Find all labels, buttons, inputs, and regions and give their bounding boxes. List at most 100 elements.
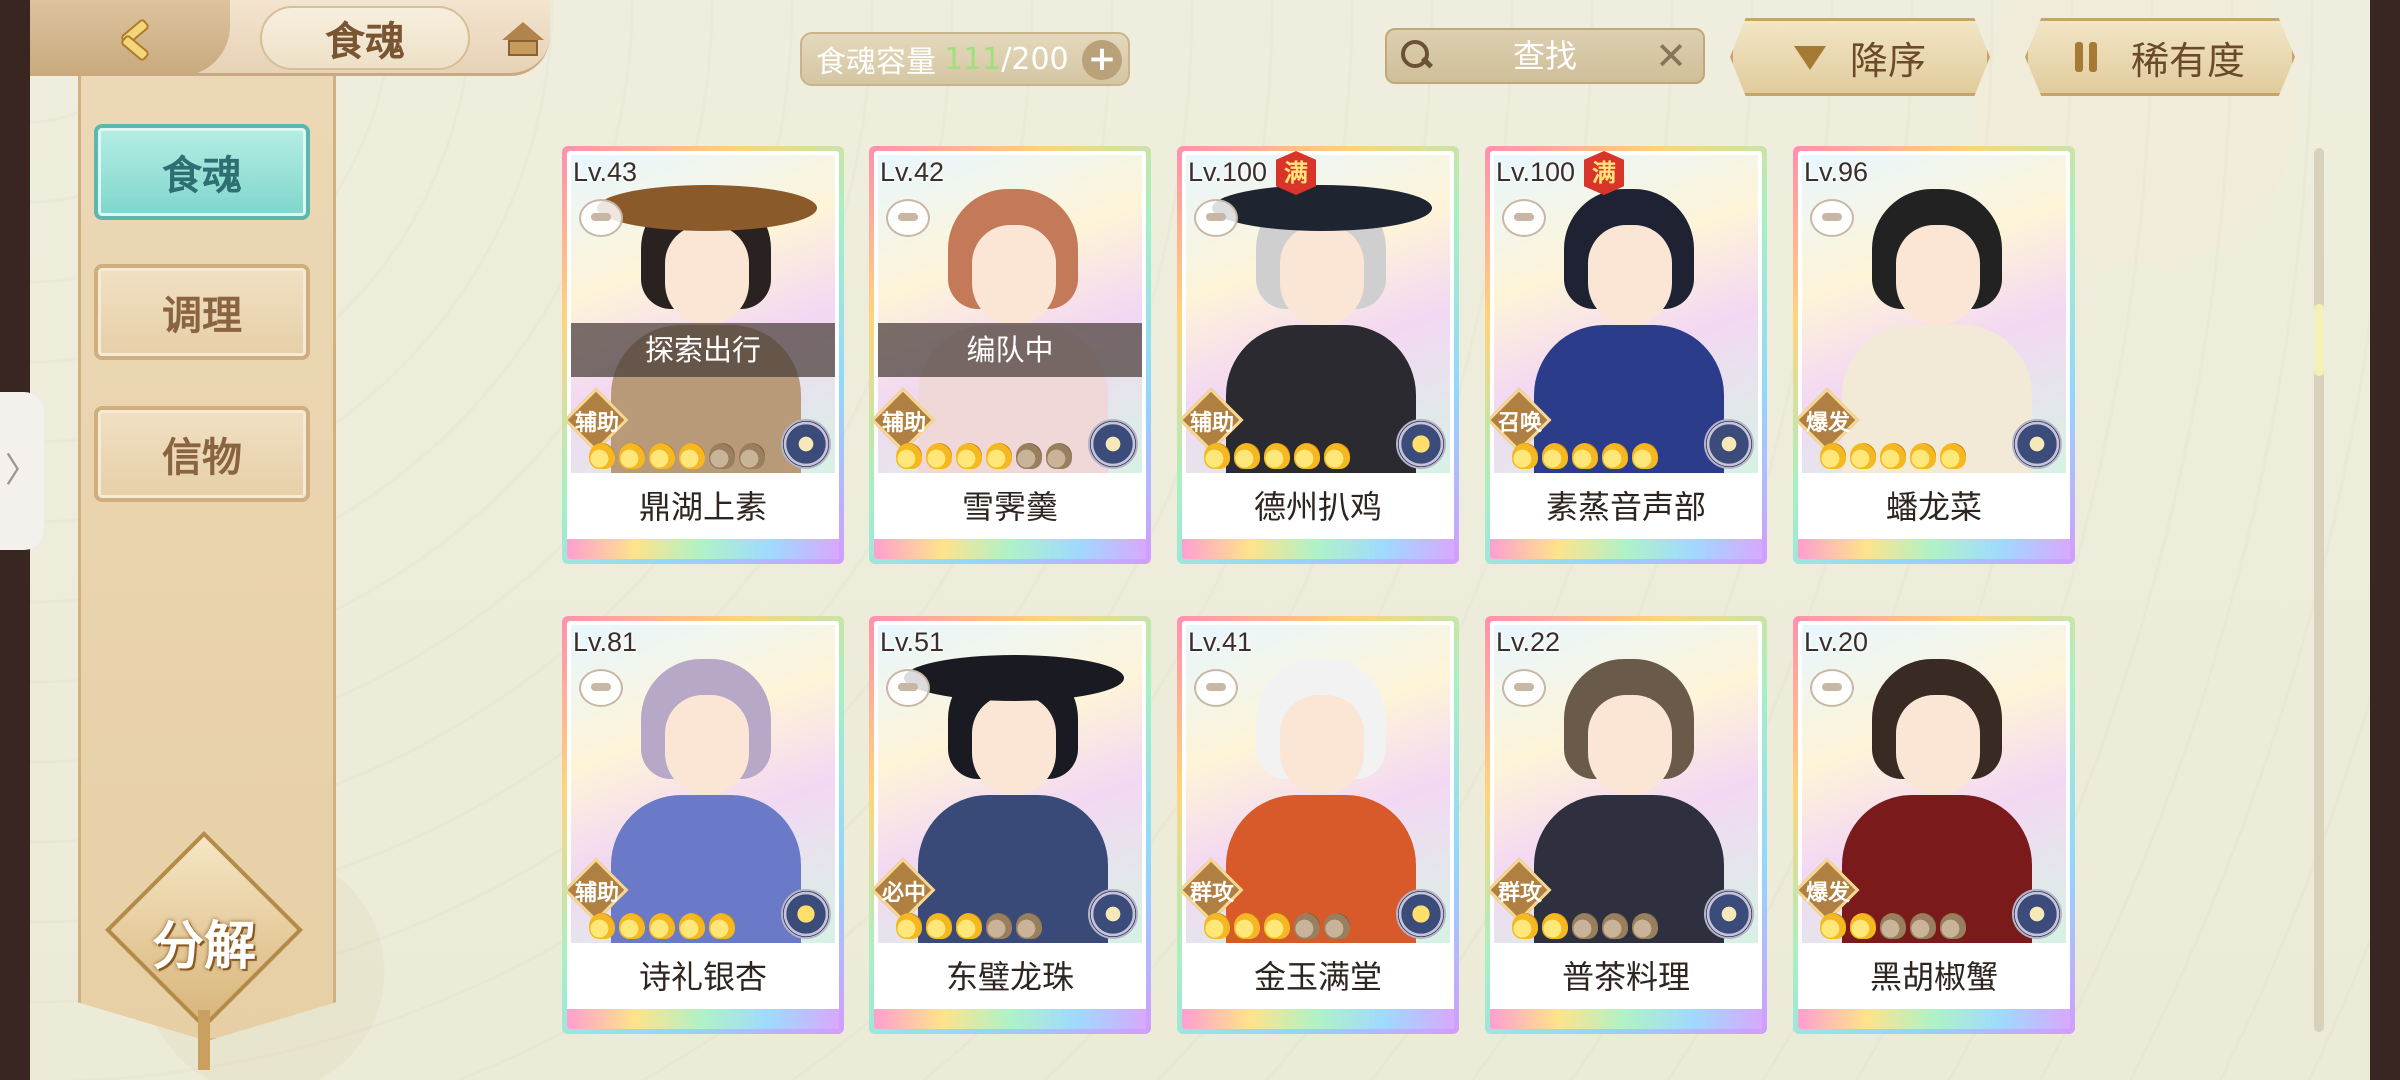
role-label: 爆发 xyxy=(1805,411,1850,436)
food-soul-card[interactable]: Lv.96 爆发 蟠龙菜 xyxy=(1793,146,2075,564)
food-soul-card[interactable]: Lv.51 必中 东璧龙珠 xyxy=(869,616,1151,1034)
lock-mark-icon[interactable] xyxy=(579,669,623,707)
star-icon xyxy=(1016,913,1042,939)
star-rating xyxy=(1204,913,1350,941)
add-capacity-button[interactable]: + xyxy=(1082,40,1122,80)
lock-mark-icon[interactable] xyxy=(1810,669,1854,707)
element-icon xyxy=(1088,419,1138,469)
star-icon xyxy=(896,443,922,469)
sidebar-item-tokens[interactable]: 信物 xyxy=(94,406,310,502)
lock-mark-icon[interactable] xyxy=(1502,669,1546,707)
card-frame: Lv.42 编队中 辅助 雪霁羹 xyxy=(874,151,1146,559)
element-icon xyxy=(1704,889,1754,939)
role-label: 群攻 xyxy=(1189,881,1234,906)
star-icon xyxy=(1632,913,1658,939)
star-icon xyxy=(709,443,735,469)
lock-mark-icon[interactable] xyxy=(579,199,623,237)
card-frame: Lv.43 探索出行 辅助 鼎湖上素 xyxy=(567,151,839,559)
level-label: Lv.100 xyxy=(1496,157,1576,187)
hat-shape xyxy=(1212,185,1432,231)
star-icon xyxy=(1324,913,1350,939)
lock-mark-icon[interactable] xyxy=(1194,199,1238,237)
card-rarity-strip xyxy=(1490,1009,1762,1029)
role-label: 辅助 xyxy=(574,411,619,436)
search-input[interactable]: 查找 ✕ xyxy=(1385,28,1705,84)
food-soul-card[interactable]: Lv.20 爆发 黑胡椒蟹 xyxy=(1793,616,2075,1034)
side-drawer-tab[interactable]: 〉 xyxy=(0,392,44,550)
star-icon xyxy=(1512,443,1538,469)
food-soul-card[interactable]: Lv.42 编队中 辅助 雪霁羹 xyxy=(869,146,1151,564)
card-rarity-strip xyxy=(874,1009,1146,1029)
star-icon xyxy=(1820,443,1846,469)
element-icon xyxy=(2012,889,2062,939)
star-rating xyxy=(589,913,735,941)
star-icon xyxy=(1016,443,1042,469)
lock-mark-icon[interactable] xyxy=(886,669,930,707)
role-label: 召唤 xyxy=(1497,411,1542,436)
star-icon xyxy=(1602,443,1628,469)
card-frame: Lv.20 爆发 黑胡椒蟹 xyxy=(1798,621,2070,1029)
food-soul-card[interactable]: Lv.43 探索出行 辅助 鼎湖上素 xyxy=(562,146,844,564)
star-icon xyxy=(589,443,615,469)
star-icon xyxy=(1542,443,1568,469)
food-soul-card[interactable]: Lv.81 辅助 诗礼银杏 xyxy=(562,616,844,1034)
home-icon[interactable] xyxy=(500,20,546,60)
search-icon xyxy=(1399,38,1433,72)
level-label: Lv.41 xyxy=(1188,627,1253,657)
lock-mark-icon[interactable] xyxy=(1502,199,1546,237)
food-soul-name: 德州扒鸡 xyxy=(1253,488,1382,526)
element-icon xyxy=(781,419,831,469)
sort-order-button[interactable]: 降序 xyxy=(1730,18,1990,96)
food-soul-card[interactable]: Lv.22 群攻 普茶料理 xyxy=(1485,616,1767,1034)
card-rarity-strip xyxy=(567,539,839,559)
max-level-badge: 满 xyxy=(1276,151,1316,195)
scrollbar-track[interactable] xyxy=(2314,148,2324,1032)
element-icon xyxy=(1396,889,1446,939)
card-rarity-strip xyxy=(1182,539,1454,559)
element-icon xyxy=(1396,419,1446,469)
lock-mark-icon[interactable] xyxy=(1810,199,1854,237)
food-soul-name: 普茶料理 xyxy=(1561,958,1690,996)
capacity-max: 200 xyxy=(1011,41,1069,77)
lock-mark-icon[interactable] xyxy=(886,199,930,237)
star-icon xyxy=(1046,443,1072,469)
clear-icon[interactable]: ✕ xyxy=(1651,36,1691,76)
food-soul-card[interactable]: Lv.100 满 辅助 德州扒鸡 xyxy=(1177,146,1459,564)
sidebar-item-food-souls[interactable]: 食魂 xyxy=(94,124,310,220)
capacity-current: 111 xyxy=(944,41,1002,77)
sidebar-item-cooking[interactable]: 调理 xyxy=(94,264,310,360)
level-label: Lv.43 xyxy=(573,157,638,187)
star-icon xyxy=(1850,443,1876,469)
star-icon xyxy=(619,443,645,469)
food-soul-card[interactable]: Lv.100 满 召唤 素蒸音声部 xyxy=(1485,146,1767,564)
food-soul-name: 诗礼银杏 xyxy=(638,958,767,996)
hat-shape xyxy=(597,185,817,231)
lock-mark-icon[interactable] xyxy=(1194,669,1238,707)
capacity-display: 食魂容量 111 / 200 + xyxy=(800,32,1130,86)
food-soul-card[interactable]: Lv.41 群攻 金玉满堂 xyxy=(1177,616,1459,1034)
decompose-label[interactable]: 分解 xyxy=(114,904,294,977)
card-frame: Lv.96 爆发 蟠龙菜 xyxy=(1798,151,2070,559)
star-icon xyxy=(1572,913,1598,939)
element-icon xyxy=(2012,419,2062,469)
food-soul-name: 鼎湖上素 xyxy=(638,488,767,526)
level-label: Lv.51 xyxy=(880,627,945,657)
star-rating xyxy=(896,443,1072,471)
star-icon xyxy=(1820,913,1846,939)
card-frame: Lv.51 必中 东璧龙珠 xyxy=(874,621,1146,1029)
tassel-decoration xyxy=(198,1010,210,1070)
sort-rarity-button[interactable]: 稀有度 xyxy=(2025,18,2295,96)
food-soul-name: 金玉满堂 xyxy=(1253,958,1382,996)
star-rating xyxy=(896,913,1042,941)
star-icon xyxy=(1324,443,1350,469)
back-button[interactable] xyxy=(30,0,230,76)
portrait-face xyxy=(665,695,749,795)
sort-rarity-icon xyxy=(2074,40,2109,74)
scrollbar-thumb[interactable] xyxy=(2314,304,2324,376)
portrait-face xyxy=(972,225,1056,325)
card-frame: Lv.22 群攻 普茶料理 xyxy=(1490,621,1762,1029)
level-label: Lv.42 xyxy=(880,157,945,187)
role-label: 辅助 xyxy=(574,881,619,906)
card-rarity-strip xyxy=(1490,539,1762,559)
star-icon xyxy=(649,913,675,939)
